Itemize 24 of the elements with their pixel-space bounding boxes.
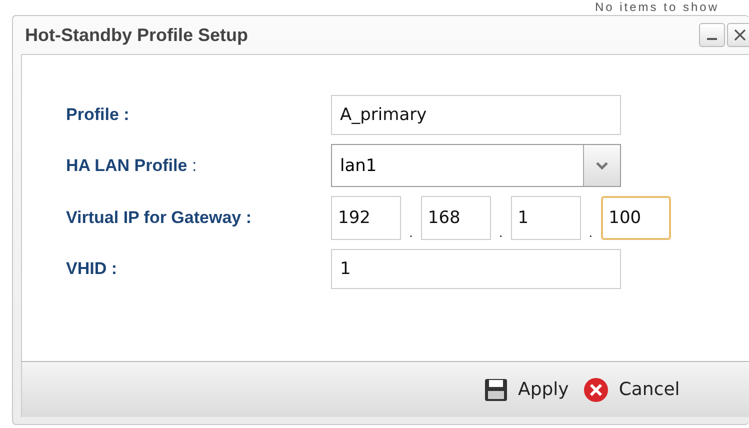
input-field[interactable]: 100 <box>600 196 671 240</box>
apply-button[interactable]: Apply <box>484 378 569 402</box>
ip-separator: . <box>588 224 593 240</box>
minimize-icon <box>707 38 717 40</box>
input-field[interactable]: 1 <box>510 196 581 240</box>
minimize-button[interactable] <box>699 23 725 47</box>
input-field[interactable]: 168 <box>420 196 491 240</box>
ip-separator: . <box>409 224 413 240</box>
cancel-button[interactable]: Cancel <box>582 376 680 402</box>
field-label: HA LAN Profile : <box>66 156 198 176</box>
cancel-icon <box>582 376 609 402</box>
window-title: Hot-Standby Profile Setup <box>25 24 250 46</box>
dropdown[interactable]: lan1 <box>331 144 621 187</box>
input-field[interactable]: 192 <box>331 196 401 240</box>
input-field[interactable]: A_primary <box>331 95 621 135</box>
close-icon <box>733 28 747 42</box>
background-text: No items to show <box>594 0 719 14</box>
ip-separator: . <box>498 224 503 240</box>
close-button[interactable] <box>727 23 749 47</box>
field-label: VHID : <box>66 259 118 279</box>
input-field[interactable]: 1 <box>331 249 621 289</box>
field-label: Profile : <box>66 105 130 125</box>
caret-icon <box>596 162 608 170</box>
field-label: Virtual IP for Gateway : <box>66 208 252 228</box>
